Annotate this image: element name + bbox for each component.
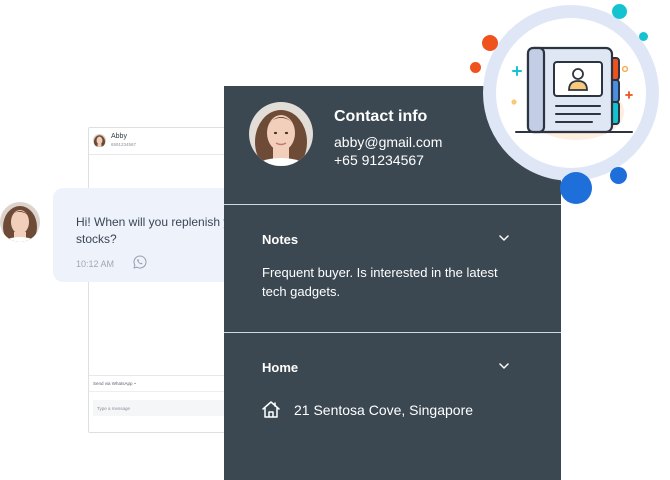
chat-contact-name: Abby: [111, 133, 127, 140]
chat-footer: Send via WhatsApp ⌄: [89, 375, 237, 432]
message-text: Hi! When will you replenish yo stocks?: [76, 215, 236, 246]
notes-text: Frequent buyer. Is interested in the lat…: [262, 265, 498, 299]
contact-info-title: Contact info: [334, 108, 428, 125]
decor-dot: [482, 35, 498, 51]
chevron-down-icon[interactable]: [498, 232, 510, 244]
contact-avatar: [249, 102, 313, 166]
message-timestamp: 10:12 AM: [76, 259, 115, 269]
chat-header: Abby 6591234567: [89, 128, 237, 155]
stage: Abby 6591234567 Send via WhatsApp ⌄ Hi! …: [0, 0, 670, 480]
decor-dot: [639, 32, 648, 41]
chat-contact-phone: 6591234567: [111, 142, 137, 147]
home-address: 21 Sentosa Cove, Singapore: [294, 402, 474, 418]
chevron-down-icon[interactable]: [498, 360, 510, 372]
contact-email[interactable]: abby@gmail.com: [334, 134, 442, 150]
chevron-down-icon[interactable]: ⌄: [133, 380, 137, 386]
home-section-header[interactable]: Home: [262, 360, 298, 375]
decor-dot: [560, 172, 592, 204]
decor-dot: [470, 62, 481, 73]
divider: [89, 391, 237, 392]
address-book-icon: [511, 46, 633, 140]
sender-avatar[interactable]: [0, 202, 40, 242]
contact-phone[interactable]: +65 91234567: [334, 152, 424, 168]
whatsapp-icon: [133, 255, 147, 269]
send-via-selector[interactable]: Send via WhatsApp: [93, 381, 133, 386]
message-bubble: Hi! When will you replenish yo stocks? 1…: [53, 188, 243, 282]
divider: [224, 332, 561, 333]
avatar[interactable]: [93, 134, 106, 147]
notes-section-header[interactable]: Notes: [262, 232, 298, 247]
home-icon: [262, 401, 280, 418]
divider: [224, 204, 561, 205]
decor-dot: [612, 4, 627, 19]
message-input[interactable]: [93, 400, 227, 416]
decor-dot: [610, 167, 627, 184]
